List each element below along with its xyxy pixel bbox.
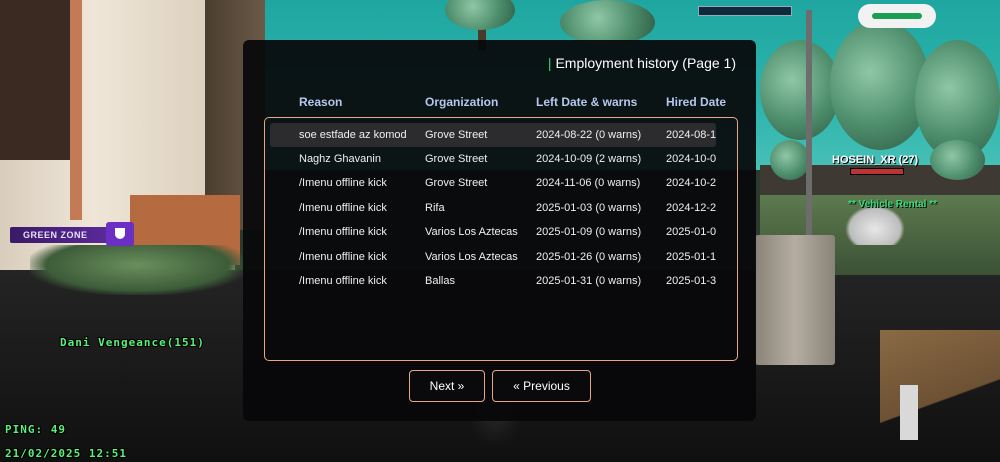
- cell-organization: Rifa: [425, 202, 445, 214]
- table-row[interactable]: soe estfade az komod Grove Street 2024-0…: [270, 123, 716, 147]
- next-page-button[interactable]: Next »: [409, 370, 485, 402]
- cell-hired-date: 2024-10-0: [666, 153, 716, 165]
- column-header-reason: Reason: [299, 95, 343, 109]
- cell-hired-date: 2025-01-0: [666, 226, 716, 238]
- table-row[interactable]: /Imenu offline kick Rifa 2025-01-03 (0 w…: [270, 196, 716, 220]
- cell-left-date: 2025-01-03 (0 warns): [536, 202, 642, 214]
- tree: [560, 0, 655, 45]
- previous-page-button[interactable]: « Previous: [492, 370, 591, 402]
- table-row[interactable]: /Imenu offline kick Ballas 2025-01-31 (0…: [270, 269, 716, 293]
- other-player-tag: HOSEIN_XR (27): [832, 154, 919, 166]
- cell-organization: Grove Street: [425, 153, 488, 165]
- green-zone-label: GREEN ZONE: [10, 227, 108, 243]
- health-bar: [698, 6, 792, 16]
- cell-left-date: 2024-10-09 (2 warns): [536, 153, 642, 165]
- vehicle-rental-label: ** Vehicle Rental **: [848, 199, 937, 210]
- player-name-tag: Dani Vengeance(151): [60, 336, 205, 349]
- cell-hired-date: 2024-12-2: [666, 202, 716, 214]
- cell-hired-date: 2024-10-2: [666, 177, 716, 189]
- title-accent-bar: |: [547, 55, 552, 71]
- shield-icon: [106, 222, 134, 246]
- bench: [880, 330, 1000, 440]
- money-badge: [858, 4, 936, 28]
- cell-reason: Naghz Ghavanin: [299, 153, 381, 165]
- cell-organization: Grove Street: [425, 129, 488, 141]
- column-header-left-date: Left Date & warns: [536, 95, 638, 109]
- building-window: [0, 0, 70, 160]
- cell-organization: Grove Street: [425, 177, 488, 189]
- table-row[interactable]: /Imenu offline kick Grove Street 2024-11…: [270, 171, 716, 195]
- rental-scooter: [845, 205, 905, 245]
- cell-reason: /Imenu offline kick: [299, 251, 387, 263]
- cell-organization: Ballas: [425, 275, 455, 287]
- bush: [930, 140, 985, 180]
- table-header: Reason Organization Left Date & warns Hi…: [299, 95, 739, 111]
- table-row[interactable]: Naghz Ghavanin Grove Street 2024-10-09 (…: [270, 147, 716, 171]
- tree: [760, 40, 840, 140]
- cell-hired-date: 2025-01-3: [666, 275, 716, 287]
- dialog-title: | Employment history (Page 1): [548, 55, 736, 71]
- bench-leg: [900, 385, 918, 440]
- ping-readout: PING: 49: [5, 423, 66, 436]
- table-row[interactable]: /Imenu offline kick Varios Los Aztecas 2…: [270, 245, 716, 269]
- cell-reason: /Imenu offline kick: [299, 202, 387, 214]
- cell-left-date: 2024-11-06 (0 warns): [536, 177, 641, 189]
- lamp-post: [806, 10, 812, 240]
- cell-reason: /Imenu offline kick: [299, 226, 387, 238]
- cell-organization: Varios Los Aztecas: [425, 251, 518, 263]
- cell-hired-date: 2024-08-1: [666, 129, 716, 141]
- cell-reason: soe estfade az komod: [299, 129, 407, 141]
- column-header-hired-date: Hired Date: [666, 95, 726, 109]
- employment-history-dialog: | Employment history (Page 1) Reason Orga…: [243, 40, 756, 421]
- bush: [770, 140, 810, 180]
- cell-hired-date: 2025-01-1: [666, 251, 716, 263]
- trash-bin: [755, 235, 835, 365]
- datetime-readout: 21/02/2025 12:51: [5, 447, 127, 460]
- cell-left-date: 2024-08-22 (0 warns): [536, 129, 642, 141]
- building-frame: [70, 0, 82, 220]
- grass-patch: [30, 245, 245, 295]
- cell-left-date: 2025-01-09 (0 warns): [536, 226, 642, 238]
- table-row[interactable]: /Imenu offline kick Varios Los Aztecas 2…: [270, 220, 716, 244]
- cell-left-date: 2025-01-26 (0 warns): [536, 251, 642, 263]
- other-player-health-bar: [850, 168, 904, 175]
- history-list[interactable]: soe estfade az komod Grove Street 2024-0…: [264, 117, 738, 361]
- cell-organization: Varios Los Aztecas: [425, 226, 518, 238]
- column-header-organization: Organization: [425, 95, 499, 109]
- cell-reason: /Imenu offline kick: [299, 275, 387, 287]
- cell-left-date: 2025-01-31 (0 warns): [536, 275, 642, 287]
- dialog-title-text: Employment history (Page 1): [555, 55, 736, 71]
- tree: [830, 20, 930, 150]
- cell-reason: /Imenu offline kick: [299, 177, 387, 189]
